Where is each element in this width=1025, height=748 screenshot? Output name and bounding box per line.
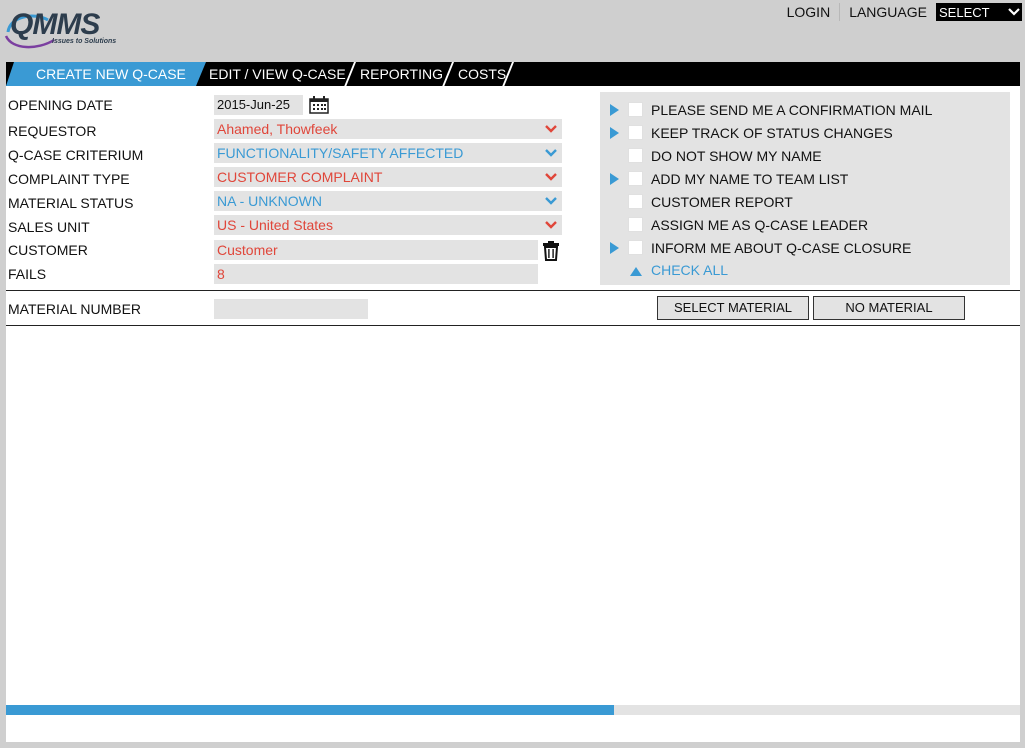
option-case-leader[interactable]: ASSIGN ME AS Q-CASE LEADER	[600, 216, 1010, 234]
case-leader-checkbox[interactable]	[628, 217, 643, 232]
option-label: KEEP TRACK OF STATUS CHANGES	[651, 125, 893, 141]
option-track-status[interactable]: KEEP TRACK OF STATUS CHANGES	[600, 124, 1010, 142]
material-status-label: MATERIAL STATUS	[8, 195, 134, 211]
option-customer-report[interactable]: CUSTOMER REPORT	[600, 193, 1010, 211]
login-link[interactable]: LOGIN	[778, 4, 840, 20]
main-page: CREATE NEW Q-CASE EDIT / VIEW Q-CASE REP…	[6, 62, 1020, 742]
expand-arrow-icon[interactable]	[610, 242, 619, 254]
progress-bar	[6, 705, 1020, 715]
option-label: PLEASE SEND ME A CONFIRMATION MAIL	[651, 102, 933, 118]
opening-date-field[interactable]: 2015-Jun-25	[214, 95, 303, 115]
top-links: LOGIN LANGUAGE SELECT	[778, 3, 1025, 21]
customer-report-checkbox[interactable]	[628, 194, 643, 209]
sales-unit-value: US - United States	[217, 217, 333, 233]
team-list-checkbox[interactable]	[628, 171, 643, 186]
language-select[interactable]: SELECT	[936, 3, 1022, 21]
customer-input[interactable]: Customer	[214, 240, 538, 260]
chevron-down-icon	[545, 149, 557, 157]
material-status-select[interactable]: NA - UNKNOWN	[214, 191, 562, 211]
options-panel: PLEASE SEND ME A CONFIRMATION MAIL KEEP …	[600, 92, 1010, 285]
complaint-type-select[interactable]: CUSTOMER COMPLAINT	[214, 167, 562, 187]
expand-arrow-icon[interactable]	[610, 127, 619, 139]
customer-label: CUSTOMER	[8, 242, 88, 258]
hide-name-checkbox[interactable]	[628, 148, 643, 163]
check-all-arrow-icon[interactable]	[630, 267, 642, 276]
option-confirmation-mail[interactable]: PLEASE SEND ME A CONFIRMATION MAIL	[600, 101, 1010, 119]
language-label: LANGUAGE	[849, 4, 927, 20]
opening-date-label: OPENING DATE	[8, 97, 113, 113]
expand-arrow-icon[interactable]	[610, 104, 619, 116]
select-material-button[interactable]: SELECT MATERIAL	[657, 296, 809, 320]
chevron-down-icon	[545, 221, 557, 229]
fails-label: FAILS	[8, 266, 47, 282]
sales-unit-select[interactable]: US - United States	[214, 215, 562, 235]
qmms-logo: QMMS Issues to Solutions	[4, 6, 119, 49]
fails-input[interactable]: 8	[214, 264, 538, 284]
material-number-label: MATERIAL NUMBER	[8, 301, 142, 317]
divider-bottom	[6, 325, 1020, 326]
tab-costs[interactable]: COSTS	[458, 62, 506, 86]
confirmation-mail-checkbox[interactable]	[628, 102, 643, 117]
criterium-label: Q-CASE CRITERIUM	[8, 147, 144, 163]
option-case-closure[interactable]: INFORM ME ABOUT Q-CASE CLOSURE	[600, 239, 1010, 257]
option-team-list[interactable]: ADD MY NAME TO TEAM LIST	[600, 170, 1010, 188]
criterium-value: FUNCTIONALITY/SAFETY AFFECTED	[217, 145, 464, 161]
complaint-type-value: CUSTOMER COMPLAINT	[217, 169, 383, 185]
progress-fill	[6, 705, 615, 715]
tab-label: CREATE NEW Q-CASE	[36, 66, 186, 82]
language-select-value: SELECT	[939, 4, 990, 20]
case-closure-checkbox[interactable]	[628, 240, 643, 255]
requestor-select[interactable]: Ahamed, Thowfeek	[214, 119, 562, 139]
criterium-select[interactable]: FUNCTIONALITY/SAFETY AFFECTED	[214, 143, 562, 163]
tab-label: EDIT / VIEW Q-CASE	[209, 66, 346, 82]
tab-edit-view-q-case[interactable]: EDIT / VIEW Q-CASE	[209, 62, 346, 86]
requestor-label: REQUESTOR	[8, 123, 97, 139]
chevron-down-icon	[1008, 8, 1020, 16]
logo-text: QMMS	[10, 8, 100, 41]
option-label: CUSTOMER REPORT	[651, 194, 793, 210]
requestor-value: Ahamed, Thowfeek	[217, 121, 338, 137]
chevron-down-icon	[545, 197, 557, 205]
tab-create-new-q-case[interactable]: CREATE NEW Q-CASE	[6, 62, 206, 86]
option-label: ASSIGN ME AS Q-CASE LEADER	[651, 217, 869, 233]
expand-arrow-icon[interactable]	[610, 173, 619, 185]
check-all-link[interactable]: CHECK ALL	[651, 262, 728, 278]
calendar-icon[interactable]	[309, 96, 329, 114]
material-status-value: NA - UNKNOWN	[217, 193, 322, 209]
option-label: INFORM ME ABOUT Q-CASE CLOSURE	[651, 240, 912, 256]
material-number-input[interactable]	[214, 299, 368, 319]
trash-icon[interactable]	[542, 241, 560, 261]
tab-label: COSTS	[458, 66, 507, 82]
header: QMMS Issues to Solutions LOGIN LANGUAGE …	[0, 0, 1025, 58]
option-label: ADD MY NAME TO TEAM LIST	[651, 171, 849, 187]
tab-reporting[interactable]: REPORTING	[360, 62, 443, 86]
track-status-checkbox[interactable]	[628, 125, 643, 140]
logo-tagline: Issues to Solutions	[52, 38, 117, 45]
sales-unit-label: SALES UNIT	[8, 219, 90, 235]
complaint-type-label: COMPLAINT TYPE	[8, 171, 130, 187]
chevron-down-icon	[545, 173, 557, 181]
chevron-down-icon	[545, 125, 557, 133]
divider-top	[6, 290, 1020, 291]
tab-bar: CREATE NEW Q-CASE EDIT / VIEW Q-CASE REP…	[6, 62, 1020, 86]
tab-label: REPORTING	[360, 66, 443, 82]
option-hide-name[interactable]: DO NOT SHOW MY NAME	[600, 147, 1010, 165]
option-label: DO NOT SHOW MY NAME	[651, 148, 822, 164]
no-material-button[interactable]: NO MATERIAL	[813, 296, 965, 320]
